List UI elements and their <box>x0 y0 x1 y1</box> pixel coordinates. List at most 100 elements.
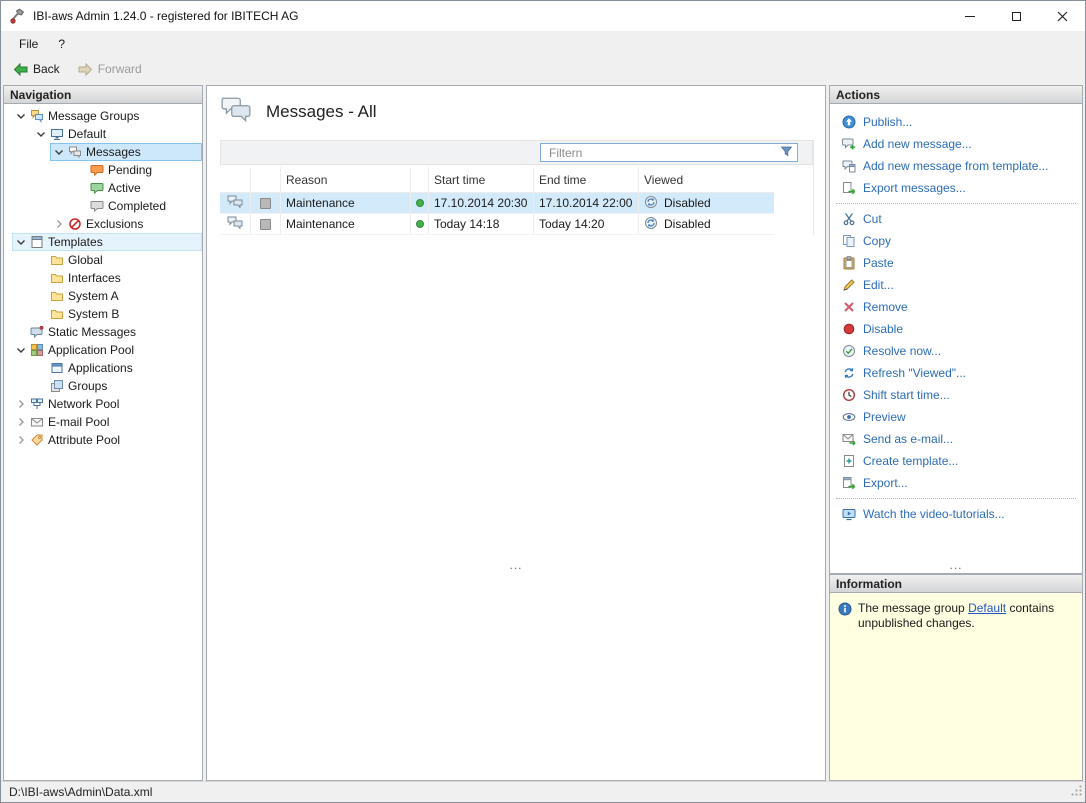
close-button[interactable] <box>1039 1 1085 31</box>
tree-item-system-b[interactable]: System B <box>4 305 202 323</box>
tree-item-templates[interactable]: Templates <box>4 233 202 251</box>
action-export[interactable]: Export... <box>830 472 1082 494</box>
tree-item-interfaces[interactable]: Interfaces <box>4 269 202 287</box>
column-header-end-time[interactable]: End time <box>533 167 638 192</box>
action-remove[interactable]: Remove <box>830 296 1082 318</box>
tree-item-default[interactable]: Default <box>4 125 202 143</box>
table-header-row: Reason Start time End time Viewed <box>220 167 774 193</box>
folder-icon <box>49 252 65 268</box>
unpublished-indicator <box>260 197 271 209</box>
action-add-new-message[interactable]: Add new message... <box>830 133 1082 155</box>
statusbar-path: D:\IBI-aws\Admin\Data.xml <box>9 785 153 799</box>
refresh-icon <box>842 366 856 380</box>
action-shift-start-time[interactable]: Shift start time... <box>830 384 1082 406</box>
tree-label: Interfaces <box>68 271 121 285</box>
navigation-toolbar: Back Forward <box>1 57 1085 81</box>
tree-item-applications[interactable]: Applications <box>4 359 202 377</box>
tree-item-exclusions[interactable]: Exclusions <box>4 215 202 233</box>
action-create-template[interactable]: Create template... <box>830 450 1082 472</box>
publish-icon <box>842 115 856 129</box>
chevron-collapsed-icon[interactable] <box>13 396 29 412</box>
message-groups-icon <box>29 108 45 124</box>
viewed-disabled-icon <box>644 195 658 212</box>
scissors-icon <box>842 212 856 226</box>
tree-item-static-messages[interactable]: Static Messages <box>4 323 202 341</box>
tv-icon <box>842 507 856 521</box>
tree-label: Network Pool <box>48 397 120 411</box>
tree-label: Completed <box>108 199 167 213</box>
tree-item-pending[interactable]: Pending <box>4 161 202 179</box>
column-header-published[interactable] <box>250 167 280 192</box>
filter-input[interactable]: Filtern <box>540 143 798 162</box>
maximize-button[interactable] <box>993 1 1039 31</box>
tree-item-attribute-pool[interactable]: Attribute Pool <box>4 431 202 449</box>
chevron-expanded-icon[interactable] <box>13 342 29 358</box>
action-watch-video-tutorials[interactable]: Watch the video-tutorials... <box>830 503 1082 525</box>
minimize-button[interactable] <box>947 1 993 31</box>
information-message: The message group Default contains unpub… <box>858 601 1055 630</box>
action-disable[interactable]: Disable <box>830 318 1082 340</box>
static-messages-icon <box>29 324 45 340</box>
tree-label: Messages <box>86 145 141 159</box>
tree-item-message-groups[interactable]: Message Groups <box>4 107 202 125</box>
action-refresh-viewed[interactable]: Refresh "Viewed"... <box>830 362 1082 384</box>
menubar: File ? <box>1 31 1085 57</box>
network-pool-icon <box>29 396 45 412</box>
main-overflow-handle[interactable]: ... <box>509 558 522 572</box>
chevron-expanded-icon[interactable] <box>51 144 67 160</box>
actions-overflow-handle[interactable]: ... <box>830 558 1082 572</box>
forward-button[interactable]: Forward <box>72 60 148 78</box>
tree-item-system-a[interactable]: System A <box>4 287 202 305</box>
menu-file[interactable]: File <box>9 33 48 55</box>
column-header-status[interactable] <box>410 167 428 192</box>
tree-item-active[interactable]: Active <box>4 179 202 197</box>
chevron-expanded-icon[interactable] <box>13 108 29 124</box>
resize-grip-icon[interactable] <box>1070 784 1083 800</box>
action-publish[interactable]: Publish... <box>830 111 1082 133</box>
tree-item-completed[interactable]: Completed <box>4 197 202 215</box>
actions-header: Actions <box>829 85 1083 104</box>
action-copy[interactable]: Copy <box>830 230 1082 252</box>
chevron-collapsed-icon[interactable] <box>13 414 29 430</box>
tree-label: Attribute Pool <box>48 433 121 447</box>
action-paste[interactable]: Paste <box>830 252 1082 274</box>
titlebar: IBI-aws Admin 1.24.0 - registered for IB… <box>1 1 1085 31</box>
cell-start-time: 17.10.2014 20:30 <box>428 193 533 213</box>
attribute-pool-icon <box>29 432 45 448</box>
action-send-as-email[interactable]: Send as e-mail... <box>830 428 1082 450</box>
send-email-icon <box>842 432 856 446</box>
back-arrow-icon <box>13 62 28 76</box>
tree-item-application-pool[interactable]: Application Pool <box>4 341 202 359</box>
column-header-start-time[interactable]: Start time <box>428 167 533 192</box>
action-export-messages[interactable]: Export messages... <box>830 177 1082 199</box>
action-cut[interactable]: Cut <box>830 208 1082 230</box>
tree-item-messages[interactable]: Messages <box>4 143 202 161</box>
window-title: IBI-aws Admin 1.24.0 - registered for IB… <box>33 9 299 23</box>
action-add-message-from-template[interactable]: Add new message from template... <box>830 155 1082 177</box>
column-header-icon[interactable] <box>220 167 250 192</box>
chevron-expanded-icon[interactable] <box>33 126 49 142</box>
tree-label: Templates <box>48 235 103 249</box>
chevron-collapsed-icon[interactable] <box>51 216 67 232</box>
chevron-expanded-icon[interactable] <box>13 234 29 250</box>
tree-label: Exclusions <box>86 217 144 231</box>
back-button[interactable]: Back <box>7 60 66 78</box>
actions-panel: Actions Publish... Add new message... Ad… <box>829 85 1083 574</box>
message-row[interactable]: Maintenance 17.10.2014 20:30 17.10.2014 … <box>220 193 774 214</box>
tree-item-network-pool[interactable]: Network Pool <box>4 395 202 413</box>
column-header-viewed[interactable]: Viewed <box>638 167 774 192</box>
menu-help[interactable]: ? <box>48 33 75 55</box>
action-edit[interactable]: Edit... <box>830 274 1082 296</box>
action-preview[interactable]: Preview <box>830 406 1082 428</box>
tree-item-groups[interactable]: Groups <box>4 377 202 395</box>
column-header-reason[interactable]: Reason <box>280 167 410 192</box>
tree-item-email-pool[interactable]: E-mail Pool <box>4 413 202 431</box>
default-group-link[interactable]: Default <box>968 601 1006 615</box>
forward-label: Forward <box>97 62 142 76</box>
chevron-collapsed-icon[interactable] <box>13 432 29 448</box>
tree-item-global[interactable]: Global <box>4 251 202 269</box>
viewed-disabled-icon <box>644 216 658 233</box>
message-row[interactable]: Maintenance Today 14:18 Today 14:20 Disa… <box>220 214 774 235</box>
action-resolve-now[interactable]: Resolve now... <box>830 340 1082 362</box>
filter-funnel-icon[interactable] <box>780 145 793 161</box>
